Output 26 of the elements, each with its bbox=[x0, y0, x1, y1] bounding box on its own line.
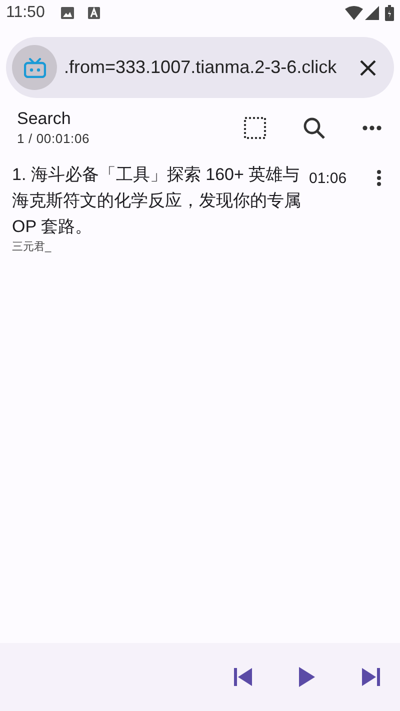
more-icon bbox=[362, 125, 382, 131]
status-time: 11:50 bbox=[6, 3, 45, 23]
site-icon[interactable] bbox=[12, 45, 57, 90]
skip-next-icon bbox=[362, 668, 380, 686]
play-icon bbox=[299, 667, 315, 687]
image-icon bbox=[60, 7, 74, 19]
search-icon bbox=[303, 117, 325, 139]
skip-previous-icon bbox=[234, 668, 252, 686]
battery-icon bbox=[385, 5, 394, 21]
select-button[interactable] bbox=[243, 116, 267, 140]
url-text[interactable]: .from=333.1007.tianma.2-3-6.click bbox=[64, 54, 356, 81]
wifi-icon bbox=[345, 6, 363, 20]
page-title: Search bbox=[17, 108, 72, 130]
next-button[interactable] bbox=[360, 666, 382, 688]
previous-button[interactable] bbox=[232, 666, 254, 688]
item-duration: 01:06 bbox=[309, 169, 347, 189]
item-title[interactable]: 1. 海斗必备「工具」探索 160+ 英雄与海克斯符文的化学反应，发现你的专属 OP 套路。 bbox=[12, 162, 302, 240]
font-icon bbox=[88, 7, 100, 19]
dotted-square-icon bbox=[244, 117, 266, 139]
page-subtitle: 1 / 00:01:06 bbox=[17, 130, 91, 148]
close-icon bbox=[360, 60, 376, 76]
tv-icon bbox=[24, 58, 46, 78]
more-vertical-icon bbox=[376, 169, 382, 187]
search-button[interactable] bbox=[302, 116, 326, 140]
item-author: 三元君_ bbox=[12, 240, 52, 254]
signal-icon bbox=[365, 6, 379, 20]
